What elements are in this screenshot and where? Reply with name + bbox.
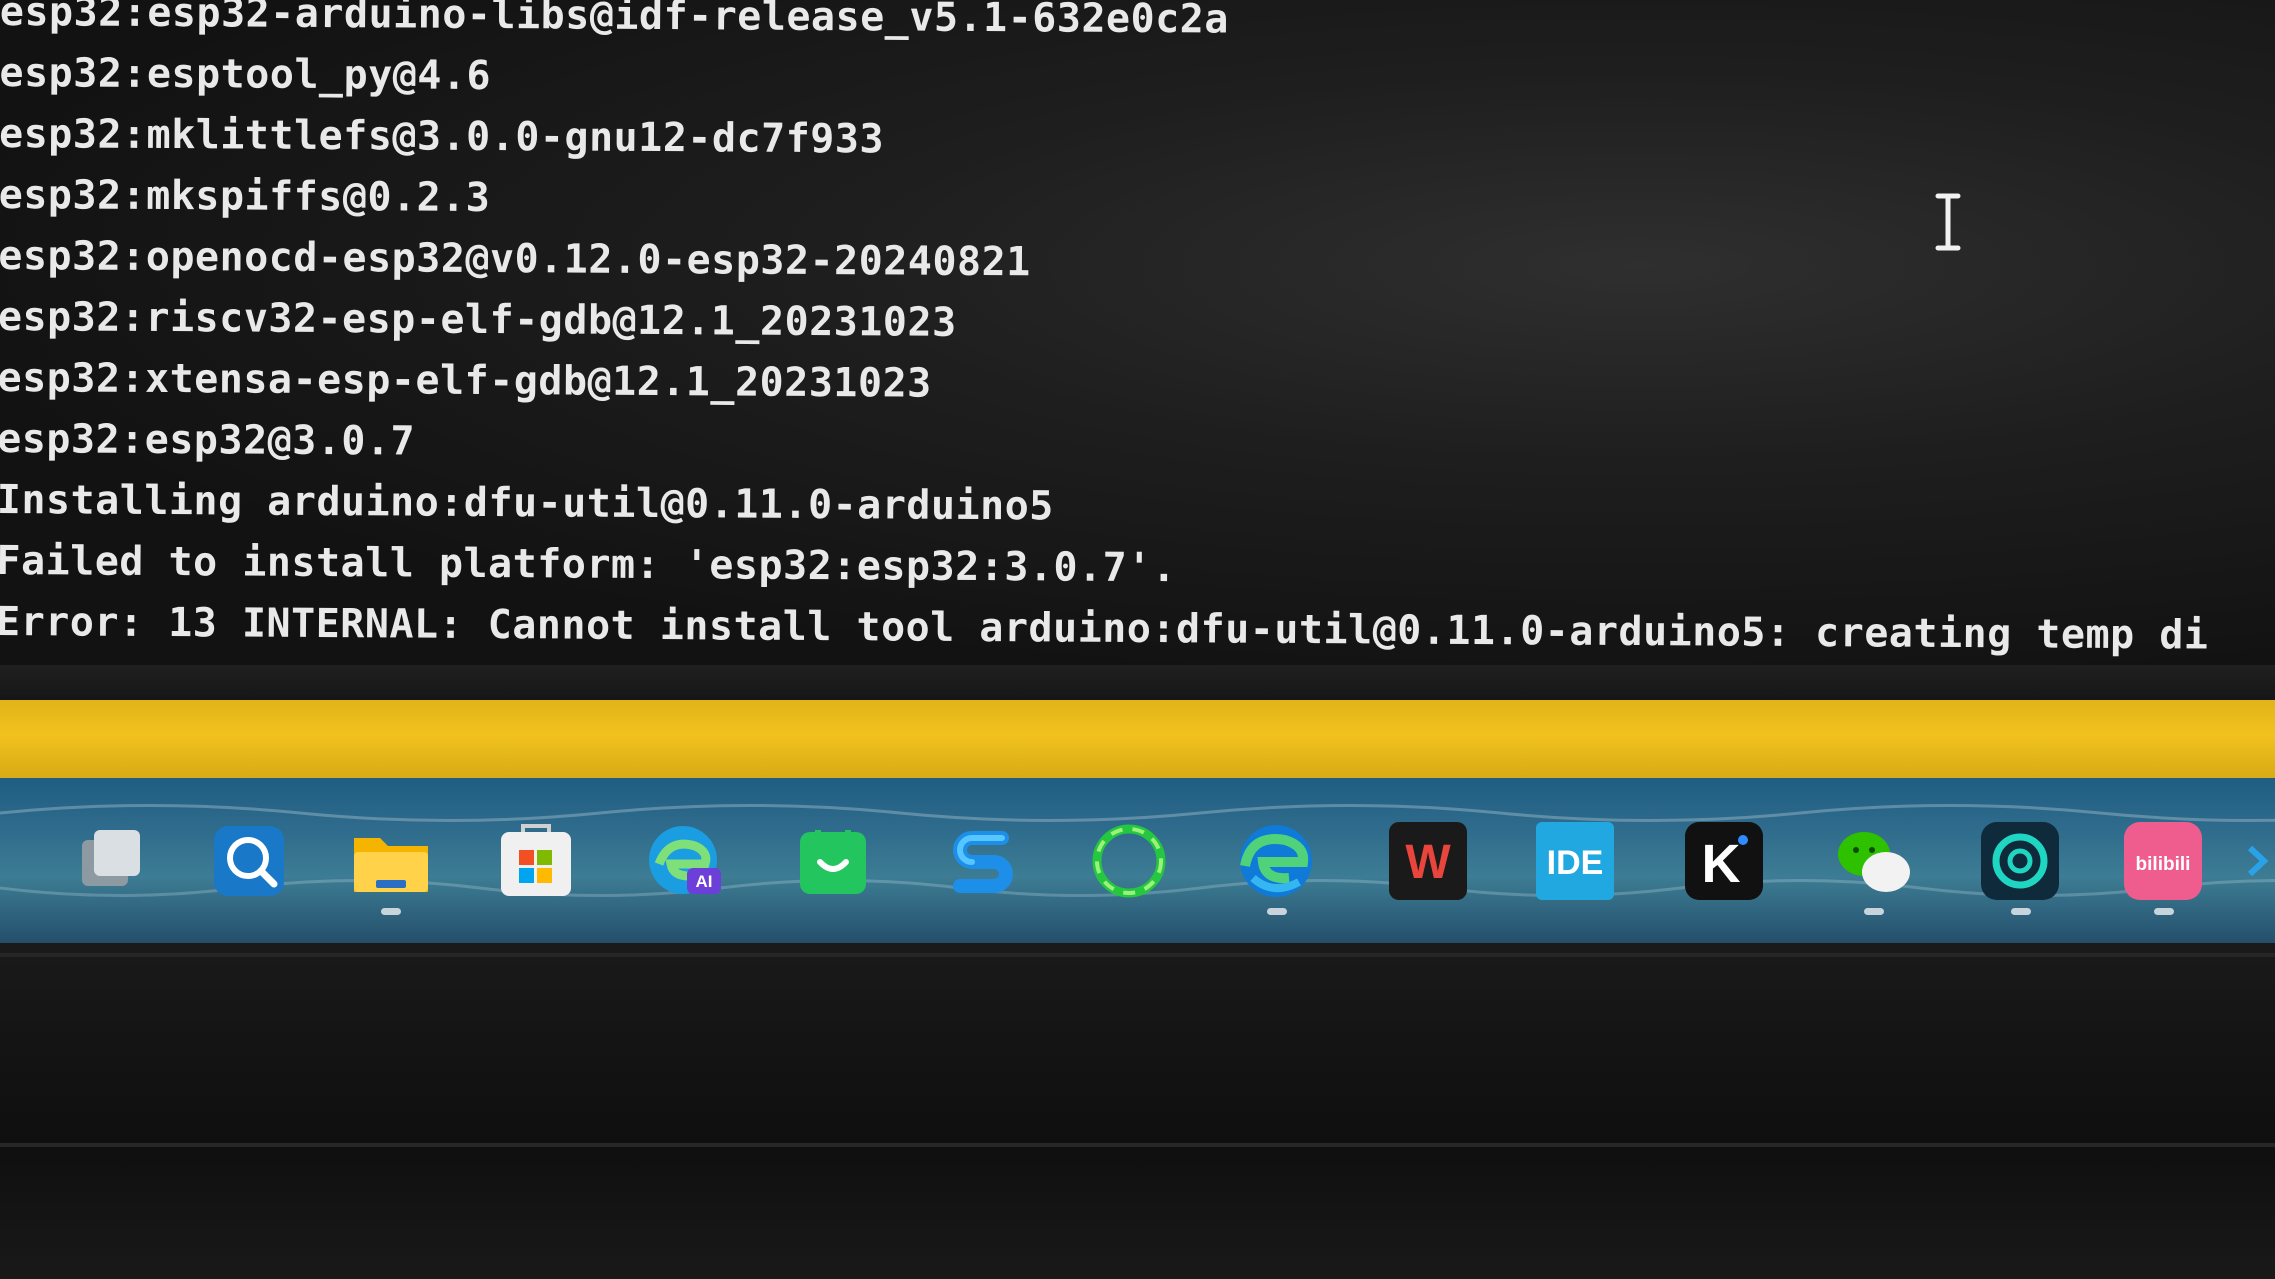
wps-office-icon[interactable]: W: [1385, 818, 1471, 904]
microsoft-store-icon[interactable]: [493, 818, 579, 904]
taskbar: AI W IDE K bilibili: [0, 778, 2275, 943]
screen-bezel-gap: [0, 665, 2275, 703]
running-indicator: [1864, 908, 1884, 915]
running-indicator: [1267, 908, 1287, 915]
green-app-icon[interactable]: [790, 818, 876, 904]
terminal-window[interactable]: esp32:esp32-arduino-libs@idf-release_v5.…: [0, 0, 2275, 665]
keyboard-edge: [0, 1143, 2275, 1147]
wps-w-label: W: [1405, 836, 1451, 889]
circle-app-icon[interactable]: [1977, 818, 2063, 904]
green-ring-app-icon[interactable]: [1086, 818, 1172, 904]
running-indicator: [2154, 908, 2174, 915]
running-indicator: [381, 908, 401, 915]
ide-label: IDE: [1547, 844, 1604, 882]
k-app-icon[interactable]: K: [1681, 818, 1767, 904]
highlighted-window-bar[interactable]: [0, 700, 2275, 778]
hinge-edge: [0, 953, 2275, 957]
k-label: K: [1702, 834, 1741, 894]
chevron-right-icon[interactable]: [2240, 818, 2275, 904]
edge-ai-icon[interactable]: AI: [643, 818, 729, 904]
task-view-icon[interactable]: [68, 818, 154, 904]
photographed-screen: esp32:esp32-arduino-libs@idf-release_v5.…: [0, 0, 2275, 1279]
text-cursor-icon: [1935, 193, 1961, 251]
terminal-output: esp32:esp32-arduino-libs@idf-release_v5.…: [0, 0, 2212, 665]
file-explorer-icon[interactable]: [348, 818, 434, 904]
wechat-icon[interactable]: [1830, 818, 1916, 904]
laptop-body: [0, 943, 2275, 1279]
blue-s-app-icon[interactable]: [940, 818, 1026, 904]
search-icon[interactable]: [206, 818, 292, 904]
terminal-line: Error: 13 INTERNAL: Cannot install tool …: [0, 598, 2209, 659]
edge-browser-icon[interactable]: [1233, 818, 1319, 904]
bilibili-label: bilibili: [2136, 854, 2191, 875]
ide-icon[interactable]: IDE: [1532, 818, 1618, 904]
running-indicator: [2011, 908, 2031, 915]
ai-badge-label: AI: [696, 872, 713, 891]
bilibili-icon[interactable]: bilibili: [2120, 818, 2206, 904]
